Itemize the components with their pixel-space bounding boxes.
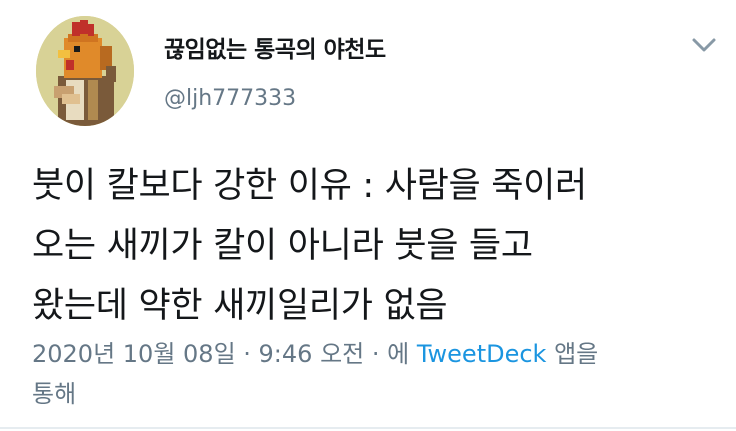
- divider: [0, 427, 736, 429]
- tweet-text-line: 왔는데 약한 새끼일리가 없음: [32, 286, 448, 326]
- tweet-text: 붓이 칼보다 강한 이유 : 사람을 죽이러 오는 새끼가 칼이 아니라 붓을 …: [32, 156, 722, 336]
- client-link[interactable]: TweetDeck: [417, 340, 547, 368]
- pixel-bird-avatar-icon: [36, 16, 134, 126]
- chevron-down-icon[interactable]: [690, 34, 718, 56]
- tweet-meta: 2020년 10월 08일 · 9:46 오전 · 에 TweetDeck 앱을…: [32, 334, 722, 414]
- user-handle[interactable]: @ljh777333: [164, 86, 296, 111]
- tweet-meta-line-2: 통해: [32, 380, 77, 408]
- timestamp[interactable]: 2020년 10월 08일 · 9:46 오전 · 에: [32, 340, 409, 368]
- client-suffix: 앱을: [554, 340, 599, 368]
- avatar[interactable]: [36, 16, 134, 126]
- display-name[interactable]: 끊임없는 통곡의 야천도: [164, 30, 386, 64]
- tweet-text-line: 붓이 칼보다 강한 이유 : 사람을 죽이러: [32, 166, 587, 206]
- tweet-text-line: 오는 새끼가 칼이 아니라 붓을 들고: [32, 226, 533, 266]
- tweet-meta-line: 2020년 10월 08일 · 9:46 오전 · 에 TweetDeck 앱을: [32, 334, 722, 374]
- tweet-card: 끊임없는 통곡의 야천도 @ljh777333 붓이 칼보다 강한 이유 : 사…: [0, 0, 736, 431]
